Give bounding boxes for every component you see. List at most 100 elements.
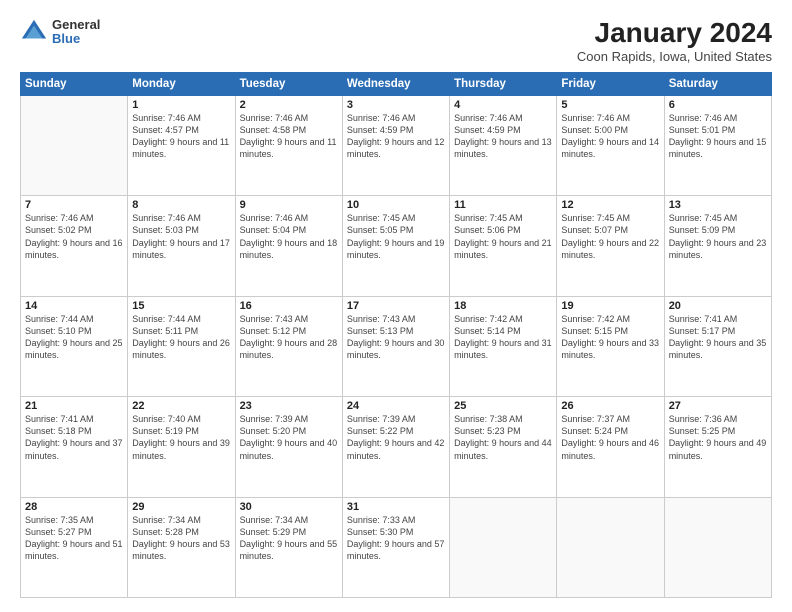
month-title: January 2024 [577,18,772,49]
table-row: 15Sunrise: 7:44 AMSunset: 5:11 PMDayligh… [128,296,235,396]
table-row: 11Sunrise: 7:45 AMSunset: 5:06 PMDayligh… [450,196,557,296]
day-info: Sunrise: 7:39 AMSunset: 5:20 PMDaylight:… [240,413,338,462]
day-number: 8 [132,199,230,211]
day-info: Sunrise: 7:33 AMSunset: 5:30 PMDaylight:… [347,514,445,563]
day-number: 25 [454,400,552,412]
day-number: 14 [25,300,123,312]
table-row [664,497,771,597]
header: General Blue January 2024 Coon Rapids, I… [20,18,772,64]
day-number: 18 [454,300,552,312]
day-number: 20 [669,300,767,312]
day-number: 12 [561,199,659,211]
day-number: 24 [347,400,445,412]
col-thursday: Thursday [450,72,557,95]
table-row: 24Sunrise: 7:39 AMSunset: 5:22 PMDayligh… [342,397,449,497]
day-number: 9 [240,199,338,211]
table-row: 5Sunrise: 7:46 AMSunset: 5:00 PMDaylight… [557,95,664,195]
table-row: 26Sunrise: 7:37 AMSunset: 5:24 PMDayligh… [557,397,664,497]
day-info: Sunrise: 7:41 AMSunset: 5:17 PMDaylight:… [669,313,767,362]
day-info: Sunrise: 7:34 AMSunset: 5:29 PMDaylight:… [240,514,338,563]
day-info: Sunrise: 7:45 AMSunset: 5:06 PMDaylight:… [454,212,552,261]
table-row: 2Sunrise: 7:46 AMSunset: 4:58 PMDaylight… [235,95,342,195]
table-row [21,95,128,195]
day-number: 30 [240,501,338,513]
table-row: 20Sunrise: 7:41 AMSunset: 5:17 PMDayligh… [664,296,771,396]
day-info: Sunrise: 7:46 AMSunset: 4:59 PMDaylight:… [347,112,445,161]
day-info: Sunrise: 7:42 AMSunset: 5:15 PMDaylight:… [561,313,659,362]
day-info: Sunrise: 7:37 AMSunset: 5:24 PMDaylight:… [561,413,659,462]
day-number: 21 [25,400,123,412]
table-row: 12Sunrise: 7:45 AMSunset: 5:07 PMDayligh… [557,196,664,296]
day-number: 29 [132,501,230,513]
day-info: Sunrise: 7:44 AMSunset: 5:11 PMDaylight:… [132,313,230,362]
col-wednesday: Wednesday [342,72,449,95]
day-info: Sunrise: 7:43 AMSunset: 5:12 PMDaylight:… [240,313,338,362]
table-row: 13Sunrise: 7:45 AMSunset: 5:09 PMDayligh… [664,196,771,296]
day-number: 13 [669,199,767,211]
logo-text: General Blue [52,18,100,47]
table-row: 4Sunrise: 7:46 AMSunset: 4:59 PMDaylight… [450,95,557,195]
table-row: 19Sunrise: 7:42 AMSunset: 5:15 PMDayligh… [557,296,664,396]
day-number: 22 [132,400,230,412]
table-row: 6Sunrise: 7:46 AMSunset: 5:01 PMDaylight… [664,95,771,195]
day-number: 23 [240,400,338,412]
day-number: 5 [561,99,659,111]
day-info: Sunrise: 7:46 AMSunset: 5:00 PMDaylight:… [561,112,659,161]
calendar-week-5: 28Sunrise: 7:35 AMSunset: 5:27 PMDayligh… [21,497,772,597]
day-info: Sunrise: 7:42 AMSunset: 5:14 PMDaylight:… [454,313,552,362]
table-row [557,497,664,597]
table-row: 27Sunrise: 7:36 AMSunset: 5:25 PMDayligh… [664,397,771,497]
table-row: 29Sunrise: 7:34 AMSunset: 5:28 PMDayligh… [128,497,235,597]
day-number: 19 [561,300,659,312]
day-info: Sunrise: 7:46 AMSunset: 4:57 PMDaylight:… [132,112,230,161]
table-row: 25Sunrise: 7:38 AMSunset: 5:23 PMDayligh… [450,397,557,497]
calendar-week-1: 1Sunrise: 7:46 AMSunset: 4:57 PMDaylight… [21,95,772,195]
day-info: Sunrise: 7:41 AMSunset: 5:18 PMDaylight:… [25,413,123,462]
day-info: Sunrise: 7:40 AMSunset: 5:19 PMDaylight:… [132,413,230,462]
day-info: Sunrise: 7:46 AMSunset: 5:04 PMDaylight:… [240,212,338,261]
table-row: 8Sunrise: 7:46 AMSunset: 5:03 PMDaylight… [128,196,235,296]
table-row: 28Sunrise: 7:35 AMSunset: 5:27 PMDayligh… [21,497,128,597]
calendar-week-2: 7Sunrise: 7:46 AMSunset: 5:02 PMDaylight… [21,196,772,296]
day-number: 31 [347,501,445,513]
day-info: Sunrise: 7:45 AMSunset: 5:05 PMDaylight:… [347,212,445,261]
table-row: 31Sunrise: 7:33 AMSunset: 5:30 PMDayligh… [342,497,449,597]
day-info: Sunrise: 7:43 AMSunset: 5:13 PMDaylight:… [347,313,445,362]
day-info: Sunrise: 7:39 AMSunset: 5:22 PMDaylight:… [347,413,445,462]
day-info: Sunrise: 7:46 AMSunset: 4:58 PMDaylight:… [240,112,338,161]
calendar-week-4: 21Sunrise: 7:41 AMSunset: 5:18 PMDayligh… [21,397,772,497]
table-row [450,497,557,597]
table-row: 23Sunrise: 7:39 AMSunset: 5:20 PMDayligh… [235,397,342,497]
table-row: 22Sunrise: 7:40 AMSunset: 5:19 PMDayligh… [128,397,235,497]
day-info: Sunrise: 7:44 AMSunset: 5:10 PMDaylight:… [25,313,123,362]
table-row: 18Sunrise: 7:42 AMSunset: 5:14 PMDayligh… [450,296,557,396]
day-number: 1 [132,99,230,111]
day-number: 3 [347,99,445,111]
day-info: Sunrise: 7:46 AMSunset: 4:59 PMDaylight:… [454,112,552,161]
calendar-table: Sunday Monday Tuesday Wednesday Thursday… [20,72,772,598]
calendar-header-row: Sunday Monday Tuesday Wednesday Thursday… [21,72,772,95]
location-title: Coon Rapids, Iowa, United States [577,49,772,64]
day-info: Sunrise: 7:34 AMSunset: 5:28 PMDaylight:… [132,514,230,563]
day-number: 4 [454,99,552,111]
table-row: 14Sunrise: 7:44 AMSunset: 5:10 PMDayligh… [21,296,128,396]
day-number: 27 [669,400,767,412]
table-row: 10Sunrise: 7:45 AMSunset: 5:05 PMDayligh… [342,196,449,296]
logo-blue: Blue [52,32,100,46]
day-number: 16 [240,300,338,312]
table-row: 9Sunrise: 7:46 AMSunset: 5:04 PMDaylight… [235,196,342,296]
col-monday: Monday [128,72,235,95]
table-row: 21Sunrise: 7:41 AMSunset: 5:18 PMDayligh… [21,397,128,497]
day-number: 11 [454,199,552,211]
logo-icon [20,18,48,46]
day-info: Sunrise: 7:46 AMSunset: 5:02 PMDaylight:… [25,212,123,261]
table-row: 7Sunrise: 7:46 AMSunset: 5:02 PMDaylight… [21,196,128,296]
table-row: 30Sunrise: 7:34 AMSunset: 5:29 PMDayligh… [235,497,342,597]
table-row: 1Sunrise: 7:46 AMSunset: 4:57 PMDaylight… [128,95,235,195]
col-tuesday: Tuesday [235,72,342,95]
logo-general: General [52,18,100,32]
day-number: 17 [347,300,445,312]
day-number: 28 [25,501,123,513]
day-number: 2 [240,99,338,111]
day-number: 10 [347,199,445,211]
